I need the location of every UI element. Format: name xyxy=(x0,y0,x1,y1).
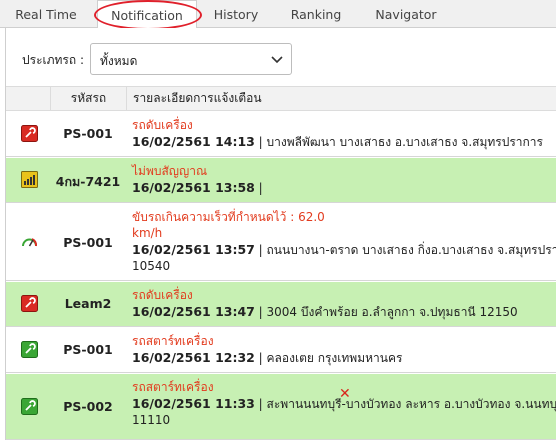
notification-detail: รถสตาร์ทเครื่อง 16/02/2561 12:32 | คลองเ… xyxy=(132,333,556,367)
vehicle-code: Leam2 xyxy=(64,296,112,311)
alert-datetime: 16/02/2561 12:32 xyxy=(132,350,255,365)
engine-off-icon xyxy=(21,295,38,312)
table-header: รหัสรถ รายละเอียดการแจ้งเตือน xyxy=(6,86,556,111)
alert-location: | สะพานนนทบุรี-บางบัวทอง ละหาร อ.บางบัวท… xyxy=(254,397,556,411)
alert-datetime: 16/02/2561 13:47 xyxy=(132,304,255,319)
alert-location: | บางพลีพัฒนา บางเสาธง อ.บางเสาธง จ.สมุท… xyxy=(254,135,543,149)
alert-location: | ถนนบางนา-ตราด บางเสาธง กิ่งอ.บางเสาธง … xyxy=(254,243,556,257)
alert-datetime: 16/02/2561 13:58 xyxy=(132,180,255,195)
no-signal-icon xyxy=(21,171,38,188)
notification-detail: ขับรถเกินความเร็วที่กำหนดไว้ : 62.0 km/h… xyxy=(132,209,556,274)
tab-history[interactable]: History xyxy=(200,0,272,28)
vehicle-type-label: ประเภทรถ : xyxy=(22,53,84,67)
notification-panel: ประเภทรถ : ทั้งหมด รหัสรถ รายละเอียดการแ… xyxy=(5,28,556,440)
notification-detail: ไม่พบสัญญาณ 16/02/2561 13:58 | xyxy=(132,163,556,197)
notification-detail: รถดับเครื่อง 16/02/2561 14:13 | บางพลีพั… xyxy=(132,117,556,151)
engine-start-icon xyxy=(21,398,38,415)
table-row[interactable]: PS-002 รถสตาร์ทเครื่อง 16/02/2561 11:33 … xyxy=(6,374,556,440)
chevron-down-icon xyxy=(269,51,285,67)
table-row[interactable]: PS-001 รถสตาร์ทเครื่อง 16/02/2561 12:32 … xyxy=(6,328,556,373)
alert-location-postcode: 10540 xyxy=(132,259,171,273)
engine-start-icon xyxy=(21,341,38,358)
tab-navigator[interactable]: Navigator xyxy=(362,0,450,28)
vehicle-code: PS-001 xyxy=(63,126,113,141)
vehicle-code: 4กม-7421 xyxy=(55,174,121,189)
table-row[interactable]: Leam2 รถดับเครื่อง 16/02/2561 13:47 | 30… xyxy=(6,282,556,327)
tab-notification[interactable]: Notification xyxy=(97,0,197,29)
engine-off-icon xyxy=(21,125,38,142)
table-row[interactable]: 4กม-7421 ไม่พบสัญญาณ 16/02/2561 13:58 | xyxy=(6,158,556,203)
alert-location: | คลองเตย กรุงเทพมหานคร xyxy=(254,351,403,365)
column-header-detail: รายละเอียดการแจ้งเตือน xyxy=(126,87,556,110)
tab-ranking[interactable]: Ranking xyxy=(276,0,356,28)
vehicle-code: PS-001 xyxy=(63,235,113,250)
alert-datetime: 16/02/2561 14:13 xyxy=(132,134,255,149)
alert-title: รถดับเครื่อง xyxy=(132,118,193,132)
table-row[interactable]: PS-001 รถดับเครื่อง 16/02/2561 14:13 | บ… xyxy=(6,112,556,157)
vehicle-code: PS-002 xyxy=(63,399,113,414)
alert-title: รถดับเครื่อง xyxy=(132,288,193,302)
alert-datetime: 16/02/2561 11:33 xyxy=(132,396,255,411)
alert-title: ไม่พบสัญญาณ xyxy=(132,164,208,178)
alert-title: รถสตาร์ทเครื่อง xyxy=(132,334,214,348)
alert-location: | xyxy=(254,181,263,195)
alert-datetime: 16/02/2561 13:57 xyxy=(132,242,255,257)
alert-location: | 3004 บึงคำพร้อย อ.ลำลูกกา จ.ปทุมธานี 1… xyxy=(254,305,518,319)
alert-title: ขับรถเกินความเร็วที่กำหนดไว้ : 62.0 xyxy=(132,210,325,224)
vehicle-type-select[interactable]: ทั้งหมด xyxy=(90,43,292,75)
tab-real-time[interactable]: Real Time xyxy=(6,0,86,28)
column-header-code: รหัสรถ xyxy=(50,87,126,110)
tab-bar: Real Time Notification History Ranking N… xyxy=(0,0,556,30)
vehicle-code: PS-001 xyxy=(63,342,113,357)
vehicle-type-value: ทั้งหมด xyxy=(100,54,138,68)
speedometer-icon xyxy=(21,234,38,251)
close-icon[interactable]: ✕ xyxy=(339,386,351,402)
alert-title-unit: km/h xyxy=(132,226,163,240)
alert-location-postcode: 11110 xyxy=(132,413,171,427)
table-row[interactable]: PS-001 ขับรถเกินความเร็วที่กำหนดไว้ : 62… xyxy=(6,204,556,281)
notification-detail: รถดับเครื่อง 16/02/2561 13:47 | 3004 บึง… xyxy=(132,287,556,321)
